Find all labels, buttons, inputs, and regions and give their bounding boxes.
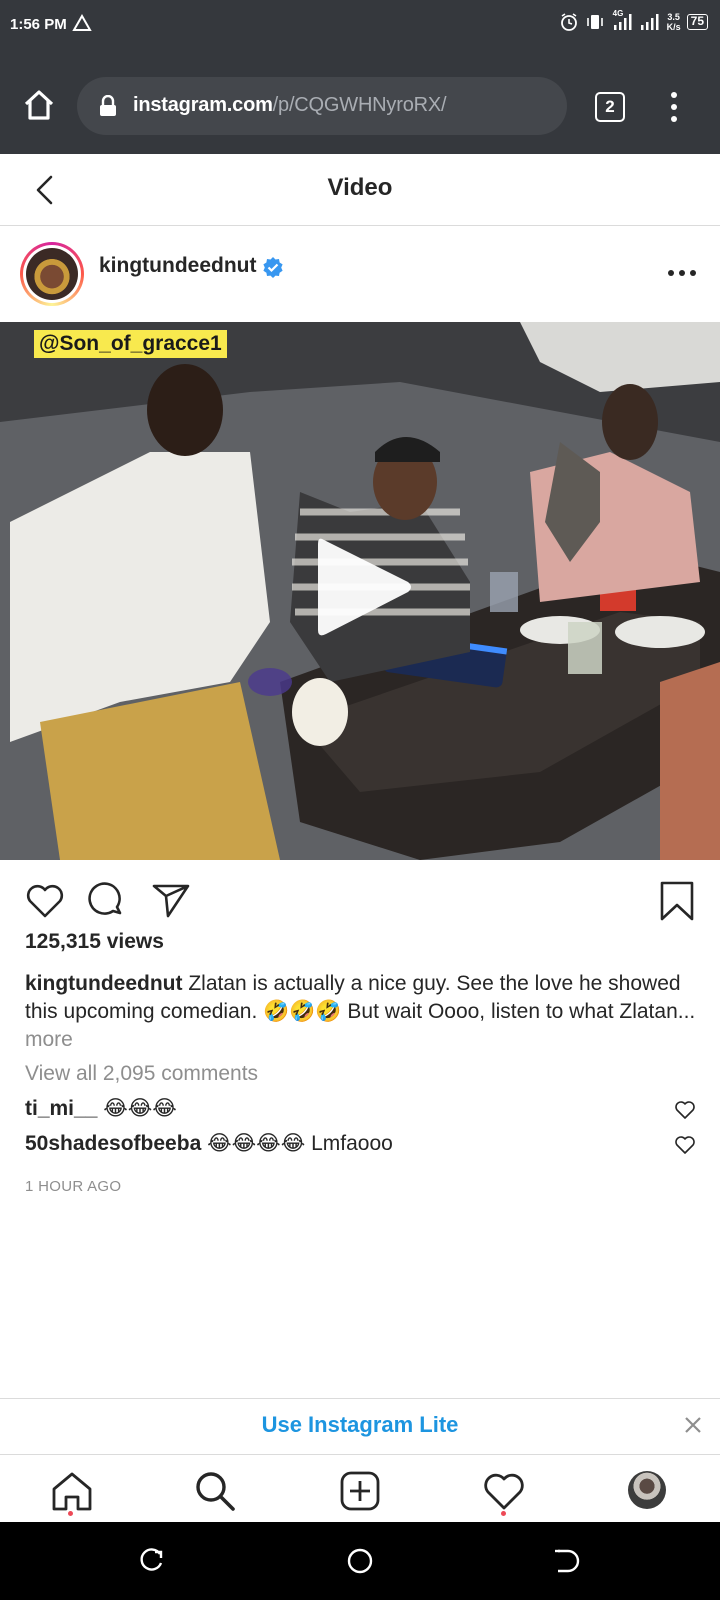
post-author-avatar[interactable] <box>20 242 84 306</box>
play-icon[interactable] <box>312 532 416 642</box>
post-header: kingtundeednut <box>0 228 720 320</box>
status-time: 1:56 PM <box>10 16 67 33</box>
post-timestamp: 1 HOUR AGO <box>25 1178 122 1195</box>
share-paper-plane-icon[interactable] <box>150 880 192 922</box>
status-bar: 1:56 PM 4G 3.5 K/s 75 <box>0 0 720 50</box>
browser-toolbar: instagram.com/p/CQGWHNyroRX/ 2 <box>0 50 720 154</box>
post-caption: kingtundeednut Zlatan is actually a nice… <box>25 970 700 1054</box>
comment-like-heart-icon[interactable] <box>674 1135 696 1155</box>
status-icons: 4G 3.5 K/s 75 <box>559 9 708 32</box>
post-author-username[interactable]: kingtundeednut <box>99 254 256 278</box>
video-player[interactable]: @Son_of_gracce1 <box>0 322 720 860</box>
comment-username[interactable]: 50shadesofbeeba <box>25 1132 201 1155</box>
save-bookmark-icon[interactable] <box>656 880 698 922</box>
caption-more-link[interactable]: more <box>25 1028 73 1051</box>
search-icon[interactable] <box>193 1469 237 1513</box>
home-icon[interactable] <box>50 1469 94 1513</box>
signal-icon <box>640 14 659 30</box>
home-notification-dot <box>68 1511 73 1516</box>
recent-apps-icon[interactable] <box>136 1546 166 1576</box>
signal-4g-icon: 4G <box>611 9 633 32</box>
comment-item: ti_mi__ 😂😂😂 <box>25 1096 177 1121</box>
new-post-icon[interactable] <box>338 1469 382 1513</box>
comment-item: 50shadesofbeeba 😂😂😂😂 Lmfaooo <box>25 1131 393 1156</box>
caption-username[interactable]: kingtundeednut <box>25 972 182 995</box>
post-actions <box>0 862 720 932</box>
comment-text: 😂😂😂 <box>103 1097 177 1120</box>
back-icon[interactable] <box>552 1546 582 1576</box>
bottom-navigation <box>0 1454 720 1522</box>
avatar-image <box>26 248 78 300</box>
like-heart-icon[interactable] <box>24 880 66 922</box>
page-title: Video <box>327 174 393 201</box>
activity-notification-dot <box>501 1511 506 1516</box>
activity-heart-icon[interactable] <box>482 1469 526 1513</box>
comment-like-heart-icon[interactable] <box>674 1100 696 1120</box>
alarm-icon <box>560 13 577 31</box>
close-icon[interactable] <box>683 1415 703 1435</box>
instagram-lite-banner: Use Instagram Lite <box>0 1398 720 1452</box>
use-instagram-lite-link[interactable]: Use Instagram Lite <box>0 1412 720 1438</box>
browser-menu-button[interactable] <box>664 92 684 124</box>
comment-text: 😂😂😂😂 Lmfaooo <box>207 1132 393 1155</box>
video-overlay-tag: @Son_of_gracce1 <box>34 330 227 358</box>
verified-badge-icon <box>263 257 283 278</box>
profile-avatar[interactable] <box>628 1471 666 1509</box>
network-speed: 3.5 K/s <box>666 12 681 32</box>
page-header: Video <box>0 154 720 226</box>
battery-indicator: 75 <box>686 14 708 30</box>
view-count: 125,315 views <box>25 930 164 953</box>
tab-switcher-button[interactable]: 2 <box>595 92 625 122</box>
post-options-button[interactable] <box>668 270 696 280</box>
url-text: instagram.com/p/CQGWHNyroRX/ <box>133 94 447 116</box>
lock-icon <box>100 95 116 116</box>
drive-warning-icon <box>72 14 92 31</box>
comment-bubble-icon[interactable] <box>86 880 128 922</box>
vibrate-icon <box>586 15 603 29</box>
view-all-comments-link[interactable]: View all 2,095 comments <box>25 1062 258 1086</box>
address-bar[interactable]: instagram.com/p/CQGWHNyroRX/ <box>77 77 567 135</box>
system-navigation-bar <box>0 1522 720 1600</box>
home-circle-icon[interactable] <box>345 1546 375 1576</box>
comment-username[interactable]: ti_mi__ <box>25 1097 97 1120</box>
home-icon[interactable] <box>22 88 56 122</box>
